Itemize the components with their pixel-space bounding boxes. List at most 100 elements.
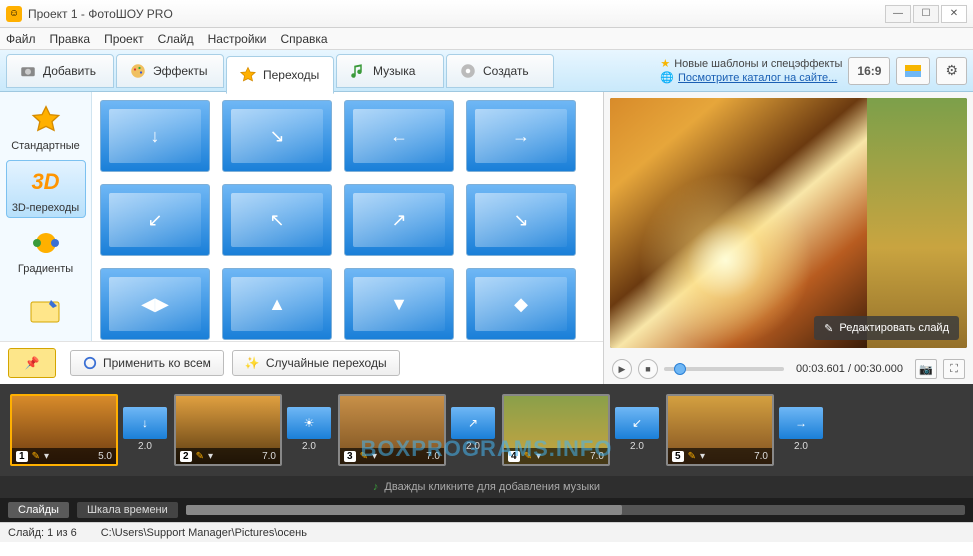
aspect-ratio-button[interactable]: 16:9 [848,57,890,85]
slide-duration: 7.0 [754,451,768,462]
time-current: 00:03.601 [796,363,845,375]
status-path: C:\Users\Support Manager\Pictures\осень [101,527,307,539]
transition-item[interactable]: ↓ [100,100,210,172]
transition-item[interactable]: → [466,100,576,172]
transition-thumb[interactable]: ↗ [451,407,495,439]
minimize-button[interactable]: — [885,5,911,23]
play-button[interactable]: ▶ [612,359,632,379]
time-total: 00:30.000 [854,363,903,375]
promo-link[interactable]: Посмотрите каталог на сайте... [678,72,837,84]
apply-all-button[interactable]: Применить ко всем [70,350,224,376]
cat-favorites[interactable] [6,283,86,341]
transitions-buttons: 📌 Применить ко всем ✨ Случайные переходы [0,341,603,384]
menu-edit[interactable]: Правка [50,32,91,46]
seek-slider[interactable] [664,367,784,371]
transition-item[interactable]: ↘ [466,184,576,256]
menu-slide[interactable]: Слайд [158,32,194,46]
window-title: Проект 1 - ФотоШОУ PRO [28,7,883,21]
theme-button[interactable] [896,57,930,85]
star-icon [28,102,64,138]
edit-slide-button[interactable]: ✎ Редактировать слайд [814,316,959,340]
settings-button[interactable]: ⚙ [936,57,967,85]
transition-item[interactable]: ▼ [344,268,454,340]
slide-thumb[interactable]: 2✎▾7.0 [174,394,282,466]
transition-item[interactable]: ↘ [222,100,332,172]
cat-gradients[interactable]: Градиенты [6,222,86,280]
slide-number: 4 [508,451,520,462]
transition-duration: 2.0 [630,441,644,452]
edit-slide-label: Редактировать слайд [839,322,949,334]
random-button[interactable]: ✨ Случайные переходы [232,350,400,376]
favorites-button[interactable]: 📌 [8,348,56,378]
slide-duration: 7.0 [590,451,604,462]
transition-thumb[interactable]: → [779,407,823,439]
transition-item[interactable]: ↖ [222,184,332,256]
tab-create[interactable]: Создать [446,54,554,88]
music-track[interactable]: ♪ Дважды кликните для добавления музыки [0,476,973,498]
category-list: Стандартные 3D 3D-переходы Градиенты [0,92,92,341]
tab-timescale[interactable]: Шкала времени [77,502,178,518]
cat-standard[interactable]: Стандартные [6,98,86,156]
transition-item[interactable]: ↗ [344,184,454,256]
close-button[interactable]: ✕ [941,5,967,23]
slide-duration: 5.0 [98,451,112,462]
transition-thumb[interactable]: ☀ [287,407,331,439]
pencil-icon: ✎ [360,451,368,462]
chevron-down-icon[interactable]: ▾ [700,451,705,462]
chevron-down-icon[interactable]: ▾ [372,451,377,462]
status-slide: Слайд: 1 из 6 [8,527,77,539]
slide-thumb[interactable]: 3✎▾7.0 [338,394,446,466]
chevron-down-icon[interactable]: ▾ [208,451,213,462]
tab-add[interactable]: Добавить [6,54,114,88]
preview-image[interactable]: ✎ Редактировать слайд [610,98,967,348]
transition-item[interactable]: ▲ [222,268,332,340]
transition-thumb[interactable]: ↓ [123,407,167,439]
menu-project[interactable]: Проект [104,32,144,46]
cat-3d[interactable]: 3D 3D-переходы [6,160,86,218]
pencil-icon: ✎ [196,451,204,462]
snapshot-button[interactable]: 📷 [915,359,937,379]
menu-settings[interactable]: Настройки [208,32,267,46]
transitions-panel: Стандартные 3D 3D-переходы Градиенты ↓ ↘ [0,92,604,384]
promo-line1: Новые шаблоны и спецэффекты [674,58,842,70]
menubar: Файл Правка Проект Слайд Настройки Справ… [0,28,973,50]
transition-item[interactable]: ↙ [100,184,210,256]
transition-thumb[interactable]: ↙ [615,407,659,439]
tab-transitions[interactable]: Переходы [226,56,334,94]
chevron-down-icon[interactable]: ▾ [536,451,541,462]
pencil-icon: ✎ [688,451,696,462]
transition-item[interactable]: ← [344,100,454,172]
status-bar: Слайд: 1 из 6 C:\Users\Support Manager\P… [0,522,973,542]
tab-transitions-label: Переходы [263,68,319,82]
menu-help[interactable]: Справка [280,32,327,46]
transition-duration: 2.0 [138,441,152,452]
slide-thumb[interactable]: 4✎▾7.0 [502,394,610,466]
fullscreen-button[interactable]: ⛶ [943,359,965,379]
pin-icon [28,294,64,330]
transition-item[interactable]: ◀▶ [100,268,210,340]
gear-icon: ⚙ [945,62,958,79]
pencil-icon: ✎ [32,451,40,462]
app-icon: ☺ [6,6,22,22]
stop-button[interactable]: ■ [638,359,658,379]
sun-icon [905,65,921,77]
aspect-label: 16:9 [857,64,881,78]
star-icon: ★ [660,58,670,70]
maximize-button[interactable]: ☐ [913,5,939,23]
chevron-down-icon[interactable]: ▾ [44,451,49,462]
tab-slides[interactable]: Слайды [8,502,69,518]
transition-item[interactable]: ◆ [466,268,576,340]
filmstrip[interactable]: 1✎▾5.0 ↓2.0 2✎▾7.0 ☀2.0 3✎▾7.0 ↗2.0 4✎▾7… [0,384,973,476]
tab-effects[interactable]: Эффекты [116,54,224,88]
main-toolbar: Добавить Эффекты Переходы Музыка Создать… [0,50,973,92]
promo-box: ★Новые шаблоны и спецэффекты 🌐Посмотрите… [660,57,842,85]
tab-music[interactable]: Музыка [336,54,444,88]
titlebar: ☺ Проект 1 - ФотоШОУ PRO — ☐ ✕ [0,0,973,28]
timeline-scrollbar[interactable] [186,505,965,515]
slide-number: 1 [16,451,28,462]
transitions-grid[interactable]: ↓ ↘ ← → ↙ ↖ ↗ ↘ ◀▶ ▲ ▼ ◆ [92,92,603,341]
slide-thumb[interactable]: 5✎▾7.0 [666,394,774,466]
slide-thumb[interactable]: 1 ✎ ▾ 5.0 [10,394,118,466]
menu-file[interactable]: Файл [6,32,36,46]
time-display: 00:03.601 / 00:30.000 [796,363,903,375]
